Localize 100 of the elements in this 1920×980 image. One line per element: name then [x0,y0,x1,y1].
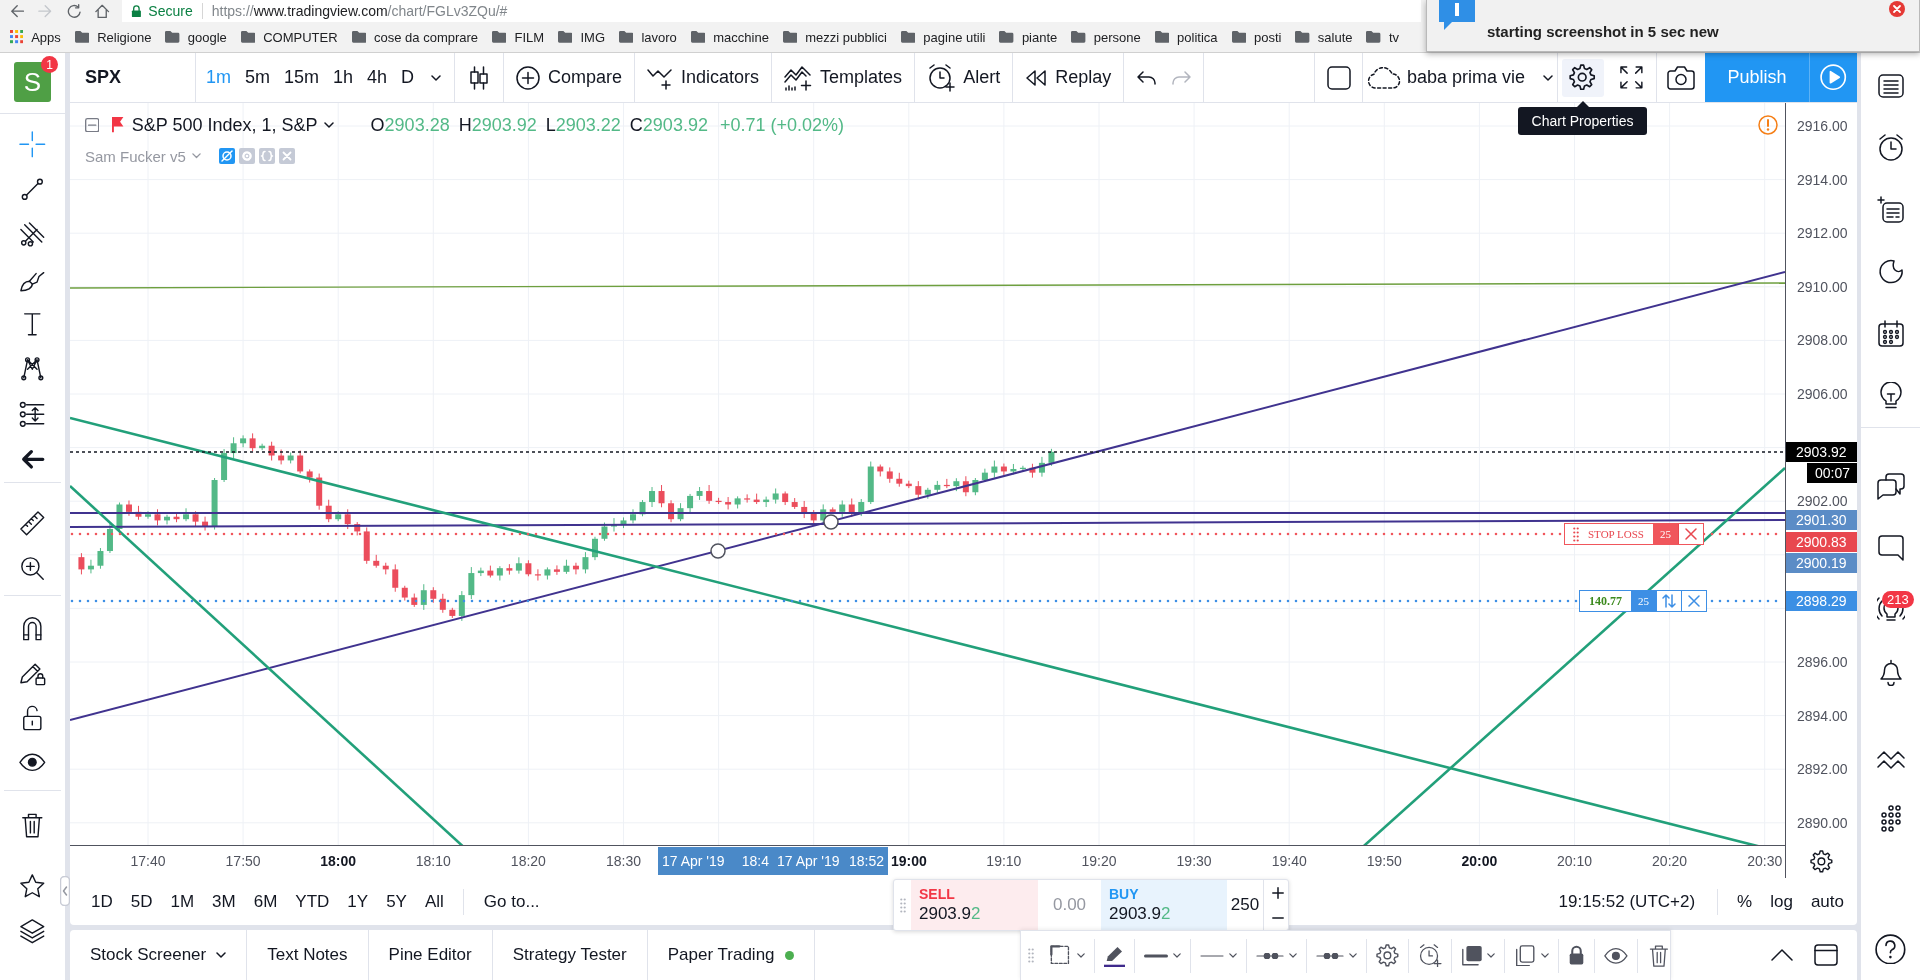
calendar-icon[interactable] [1876,320,1905,348]
undo-icon[interactable] [1136,70,1157,85]
go-to-button[interactable]: Go to... [473,878,550,925]
line-with-dots-icon[interactable] [1256,952,1285,959]
price-range-icon[interactable] [19,401,46,428]
quantity-field[interactable]: 250 [1227,880,1263,930]
interval-option[interactable]: D [394,53,422,102]
drag-handle-icon[interactable] [1028,948,1034,963]
settings-button[interactable] [1561,58,1604,97]
list-plus-icon[interactable] [1876,196,1905,224]
line-icon[interactable] [1144,953,1169,958]
layers-icon[interactable] [1460,944,1483,967]
bookmark[interactable]: persone [1071,29,1141,45]
copy-icon[interactable] [1514,944,1536,967]
bookmark[interactable]: tv [1366,29,1399,45]
range-option[interactable]: YTD [286,878,339,925]
ruler-icon[interactable] [19,510,46,537]
bookmark[interactable]: FILM [492,29,545,45]
zoom-in-icon[interactable] [19,555,46,582]
symbol-title[interactable]: S&P 500 Index, 1, S&P [131,114,318,136]
panel-tab[interactable]: Stock Screener [70,930,248,980]
close-icon[interactable] [1889,1,1905,17]
chevron-up-icon[interactable] [1771,949,1793,961]
bookmark[interactable]: posti [1231,29,1282,45]
range-option[interactable]: 5D [121,878,162,925]
range-option[interactable]: 5Y [377,878,416,925]
crosshair-icon[interactable] [19,131,46,158]
alarm-clock-icon[interactable] [1876,134,1905,162]
replay-button[interactable]: Replay [1013,53,1125,102]
line-with-dots-icon[interactable] [1316,952,1345,959]
pitchfork-icon[interactable] [19,221,46,248]
star-icon[interactable] [19,873,46,900]
interval-option[interactable]: 1h [326,53,361,102]
pattern-icon[interactable] [19,356,46,383]
drag-handle-icon[interactable] [899,897,906,913]
bookmark[interactable]: COMPUTER [240,29,338,45]
caret-icon[interactable] [1076,953,1085,958]
collapse-icon[interactable] [85,117,100,133]
panel-tab[interactable]: Pine Editor [368,930,493,980]
settings-icon[interactable] [1810,850,1833,873]
candlestick-icon[interactable] [470,65,488,90]
alert-button[interactable]: Alert [915,53,1014,102]
bookmark[interactable]: piante [999,29,1058,45]
home-icon[interactable] [95,3,110,19]
warning-icon[interactable] [1758,115,1778,135]
templates-button[interactable]: Templates [772,53,916,102]
window-icon[interactable] [1814,944,1838,966]
chat-bubbles-icon[interactable] [1876,472,1905,500]
scale-option[interactable]: log [1761,878,1802,925]
bookmark[interactable]: pagine utili [900,29,986,45]
range-option[interactable]: 3M [203,878,245,925]
caret-icon[interactable] [1173,953,1182,958]
caret-icon[interactable] [1229,953,1238,958]
compare-button[interactable]: Compare [504,53,636,102]
range-option[interactable]: 1M [161,878,204,925]
fullscreen-icon[interactable] [1620,66,1643,89]
anchor-handle[interactable] [710,543,726,559]
caret-icon[interactable] [323,122,334,128]
trend-line-icon[interactable] [19,176,46,203]
panel-tab[interactable]: Strategy Tester [492,930,648,980]
play-button[interactable] [1809,53,1857,102]
order-label[interactable]: 140.77 25 [1579,590,1707,612]
bookmark[interactable]: Religione [74,29,152,45]
caret-icon[interactable] [1289,953,1298,958]
interval-option[interactable]: 4h [360,53,395,102]
settings-icon[interactable] [1376,944,1399,967]
square-icon[interactable] [1326,65,1351,90]
list-icon[interactable] [1876,72,1905,100]
symbol-search[interactable]: SPX [70,53,196,102]
alarm-clock-plus-icon[interactable] [1418,943,1442,968]
caret-icon[interactable] [1540,953,1549,958]
bookmark[interactable]: Apps [10,29,61,45]
range-option[interactable]: 1Y [338,878,378,925]
crescent-icon[interactable] [1876,258,1905,286]
sell-button[interactable]: SELL 2903.92 [911,880,1038,930]
camera-icon[interactable] [1667,65,1695,90]
interval-option[interactable]: 15m [277,53,327,102]
chat-bubble-icon[interactable] [1876,534,1905,562]
drag-handle-icon[interactable] [1573,526,1579,542]
address-bar[interactable]: Secure https://www.tradingview.com/chart/FGLv3ZQu/# [121,0,1421,22]
layout-button[interactable]: baba prima vie [1363,53,1558,102]
bookmark[interactable]: google [165,29,227,45]
eye-off-icon[interactable] [218,148,235,164]
caret-icon[interactable] [1487,953,1496,958]
bookmark[interactable]: salute [1295,29,1353,45]
panel-tab[interactable]: Text Notes [247,930,369,980]
layers-icon[interactable] [19,918,46,945]
indicators-button[interactable]: Indicators [635,53,773,102]
anchor-handle[interactable] [823,514,839,530]
scale-option[interactable]: auto [1801,878,1853,925]
bookmark[interactable]: IMG [558,29,606,45]
order-label[interactable]: STOP LOSS 25 [1564,523,1704,545]
caret-icon[interactable] [431,74,442,81]
panel-tab[interactable]: Paper Trading [647,930,815,980]
bookmark[interactable]: politica [1154,29,1218,45]
lock-icon[interactable] [1567,945,1585,966]
caret-icon[interactable] [1349,953,1358,958]
range-option[interactable]: 1D [82,878,122,925]
help-icon[interactable] [1875,933,1906,965]
bookmark[interactable]: cose da comprare [351,29,479,45]
